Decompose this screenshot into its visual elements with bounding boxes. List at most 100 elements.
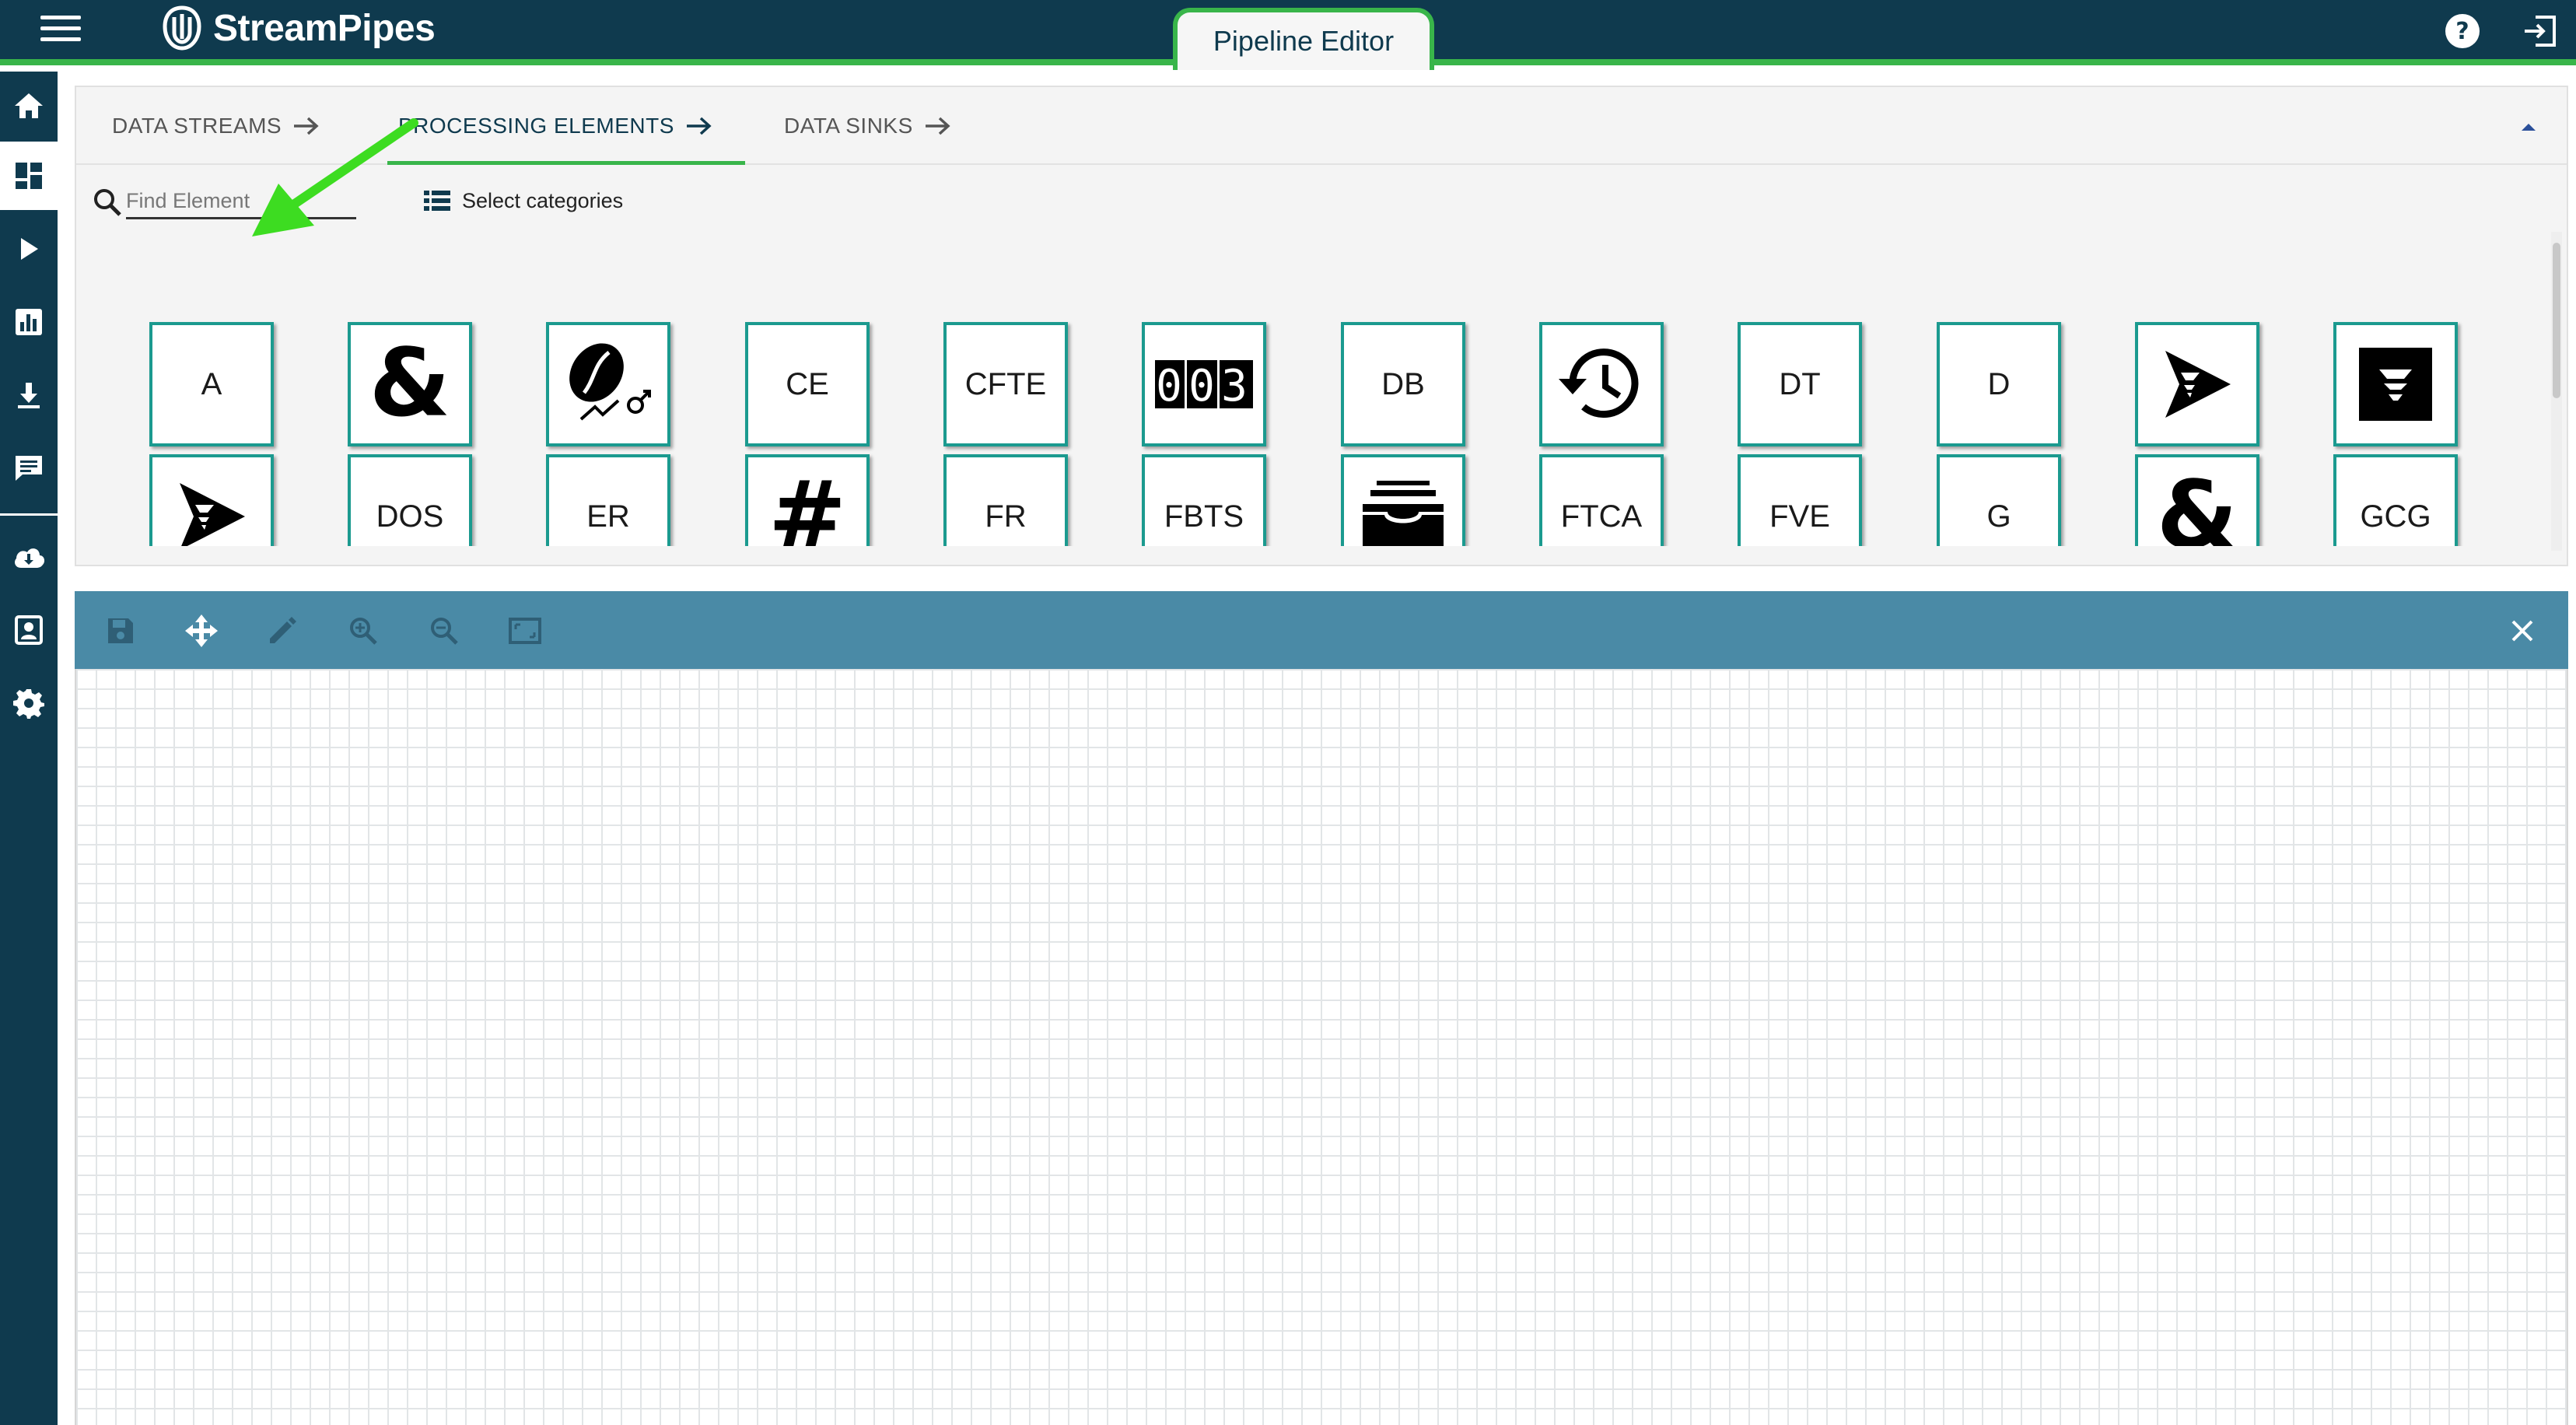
menu-icon[interactable]: [40, 16, 81, 47]
element-tabs: DATA STREAMS PROCESSING ELEMENTS DATA SI…: [76, 87, 2567, 165]
play-icon: [21, 238, 38, 260]
sidebar: [0, 72, 58, 1425]
element-tile[interactable]: DT: [1738, 322, 1862, 446]
edit-icon: [270, 617, 296, 643]
editor-toolbar: [75, 591, 2568, 669]
element-tile[interactable]: D: [1937, 322, 2061, 446]
app-root: StreamPipes Pipeline Editor ? DATA STREA…: [0, 0, 2576, 1425]
element-tile[interactable]: FTCA: [1539, 454, 1664, 546]
brand: StreamPipes: [160, 5, 436, 51]
home-icon: [15, 93, 43, 118]
select-categories-button[interactable]: Select categories: [423, 179, 623, 222]
sidebar-item-dashboard[interactable]: [0, 142, 58, 210]
arrow-right-icon: [925, 117, 950, 135]
save-pipeline-button[interactable]: [101, 611, 140, 650]
download-icon: [18, 383, 40, 408]
element-tile[interactable]: CFTE: [943, 322, 1068, 446]
edit-button[interactable]: [263, 611, 302, 650]
pan-button[interactable]: [182, 611, 221, 650]
element-tile[interactable]: FBTS: [1142, 454, 1266, 546]
settings-icon: [13, 689, 44, 719]
element-tile[interactable]: ER: [546, 454, 670, 546]
element-label: DOS: [376, 499, 444, 534]
top-bar: StreamPipes Pipeline Editor ?: [0, 0, 2576, 70]
element-tile[interactable]: A: [149, 322, 274, 446]
element-tile[interactable]: [1539, 322, 1664, 446]
element-label: DB: [1381, 366, 1425, 401]
element-panel: DATA STREAMS PROCESSING ELEMENTS DATA SI…: [75, 86, 2568, 566]
element-tile[interactable]: [2135, 322, 2259, 446]
dashboard-icon: [16, 163, 42, 189]
fit-screen-button[interactable]: [506, 611, 544, 650]
active-tab-indicator: [387, 161, 745, 165]
help-icon[interactable]: ?: [2442, 11, 2483, 51]
svg-text:0: 0: [1188, 361, 1215, 411]
tab-data-sinks[interactable]: DATA SINKS: [784, 87, 952, 165]
cloud-download-icon: [15, 548, 45, 568]
tab-label: DATA STREAMS: [112, 114, 282, 138]
element-tile[interactable]: FR: [943, 454, 1068, 546]
contact-icon: [15, 615, 43, 645]
element-label: CE: [786, 366, 829, 401]
tab-data-streams[interactable]: DATA STREAMS: [112, 87, 320, 165]
element-tile[interactable]: [546, 322, 670, 446]
fit-screen-icon: [509, 618, 541, 644]
page-tab-pipeline-editor[interactable]: Pipeline Editor: [1173, 8, 1434, 70]
tab-processing-elements[interactable]: PROCESSING ELEMENTS: [398, 87, 713, 165]
arrow-right-icon: [294, 117, 319, 135]
archive-icon: [1363, 481, 1444, 546]
element-grid-scrollbar[interactable]: [2551, 232, 2562, 551]
element-tile[interactable]: &: [348, 322, 472, 446]
tab-label: DATA SINKS: [784, 114, 913, 138]
element-label: FR: [985, 499, 1027, 534]
list-icon: [424, 191, 450, 211]
element-tile[interactable]: &: [2135, 454, 2259, 546]
zoom-out-button[interactable]: [425, 611, 464, 650]
element-label: GCG: [2360, 499, 2431, 534]
element-search: [92, 179, 356, 222]
zoom-in-icon: [350, 618, 377, 645]
sidebar-item-users[interactable]: [0, 596, 58, 664]
coffee-bean-icon: [569, 343, 651, 421]
arrow-right-icon: [686, 117, 712, 135]
element-tile[interactable]: [2333, 322, 2458, 446]
zoom-in-button[interactable]: [344, 611, 383, 650]
sidebar-item-settings[interactable]: [0, 669, 58, 737]
sidebar-item-dashboards[interactable]: [0, 288, 58, 356]
element-tile[interactable]: FVE: [1738, 454, 1862, 546]
sidebar-item-pipelines[interactable]: [0, 215, 58, 283]
filter-arrow-icon: [2165, 351, 2231, 418]
element-tile[interactable]: [1341, 454, 1465, 546]
sidebar-item-install[interactable]: [0, 361, 58, 429]
sidebar-item-notifications[interactable]: [0, 434, 58, 502]
collapse-panel-icon[interactable]: [2517, 115, 2540, 138]
element-tile[interactable]: DB: [1341, 322, 1465, 446]
element-tile[interactable]: 0 0 3: [1142, 322, 1266, 446]
streampipes-logo-icon: [163, 5, 201, 51]
filter-box-icon: [2359, 348, 2432, 421]
sidebar-divider: [0, 513, 58, 516]
element-tile[interactable]: GCG: [2333, 454, 2458, 546]
element-tile[interactable]: CE: [745, 322, 870, 446]
element-label: FTCA: [1560, 499, 1643, 534]
pipeline-canvas[interactable]: [75, 669, 2568, 1425]
sidebar-item-home[interactable]: [0, 72, 58, 140]
element-tile[interactable]: [149, 454, 274, 546]
scrollbar-thumb[interactable]: [2553, 243, 2560, 398]
element-label: DT: [1779, 366, 1821, 401]
svg-text:?: ?: [2455, 18, 2469, 45]
element-tile[interactable]: DOS: [348, 454, 472, 546]
element-label: #: [768, 462, 847, 547]
element-label: ER: [586, 499, 630, 534]
search-input[interactable]: [126, 185, 356, 219]
logout-icon[interactable]: [2520, 11, 2560, 51]
zoom-out-icon: [431, 618, 458, 645]
element-tile[interactable]: #: [745, 454, 870, 546]
svg-text:3: 3: [1221, 361, 1248, 411]
element-label: CFTE: [964, 366, 1047, 401]
sidebar-item-connect[interactable]: [0, 523, 58, 591]
clear-canvas-button[interactable]: [2503, 611, 2542, 650]
element-tile[interactable]: G: [1937, 454, 2061, 546]
history-clock-icon: [1559, 348, 1639, 418]
svg-text:0: 0: [1156, 361, 1182, 411]
